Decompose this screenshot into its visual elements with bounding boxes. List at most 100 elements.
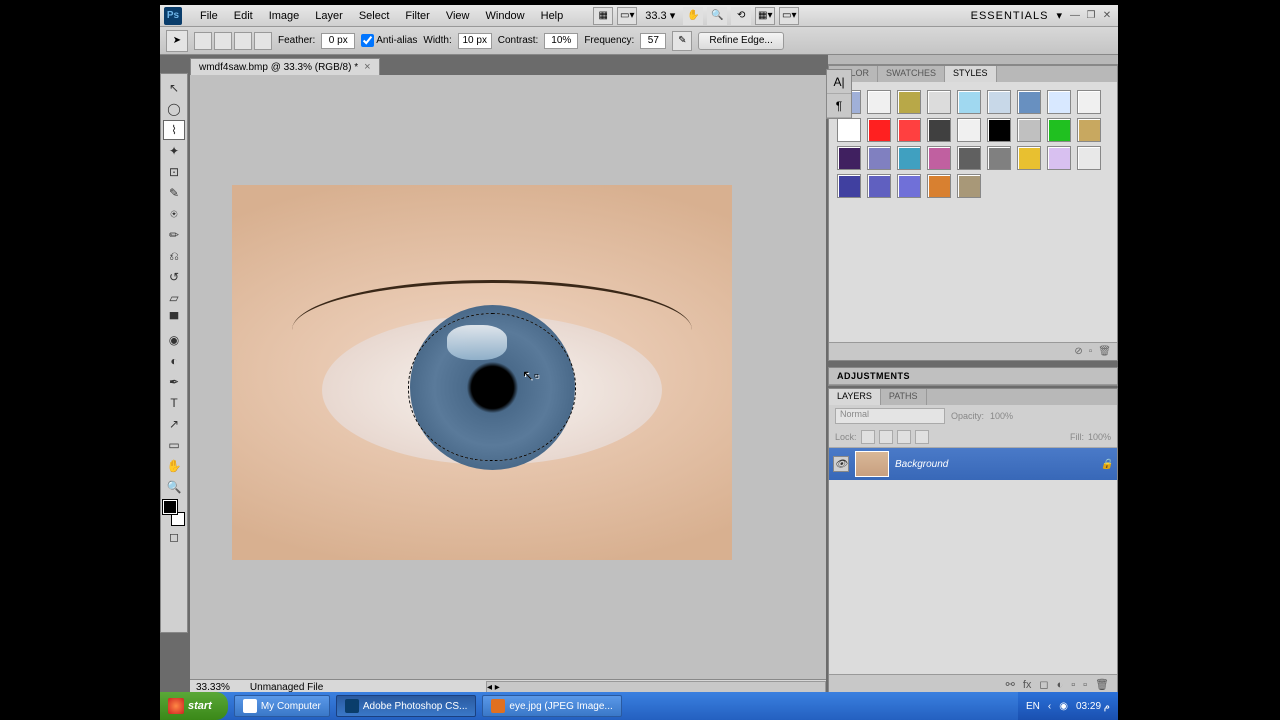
type-tool[interactable]: T [163,393,185,413]
style-swatch[interactable] [957,174,981,198]
opacity-value[interactable]: 100% [990,411,1013,421]
style-swatch[interactable] [867,174,891,198]
workspace-switcher[interactable]: ESSENTIALS [963,10,1057,22]
style-swatch[interactable] [927,90,951,114]
minimize-button[interactable]: — [1068,9,1082,23]
style-swatch[interactable] [1077,146,1101,170]
document-canvas[interactable]: ↖▫ [232,185,732,560]
delete-style-icon[interactable]: 🗑 [1098,346,1111,357]
tab-close-icon[interactable]: × [364,61,370,73]
selection-add-icon[interactable] [214,32,232,50]
dodge-tool[interactable]: ◐ [163,351,185,371]
marquee-tool[interactable]: ◯ [163,99,185,119]
fill-value[interactable]: 100% [1088,432,1111,442]
feather-input[interactable] [321,33,355,49]
style-swatch[interactable] [897,146,921,170]
tray-icon[interactable]: ‹ [1048,701,1051,712]
document-tab[interactable]: wmdf4saw.bmp @ 33.3% (RGB/8) * × [190,58,380,75]
pen-tool[interactable]: ✒ [163,372,185,392]
style-swatch[interactable] [1047,118,1071,142]
path-selection-tool[interactable]: ↗ [163,414,185,434]
start-button[interactable]: start [160,692,228,720]
clear-style-icon[interactable]: ⊘ [1074,346,1082,357]
taskbar-item-mycomputer[interactable]: My Computer [234,695,330,717]
style-swatch[interactable] [987,118,1011,142]
style-swatch[interactable] [927,146,951,170]
eraser-tool[interactable]: ▱ [163,288,185,308]
close-button[interactable]: ✕ [1100,9,1114,23]
tab-paths[interactable]: PATHS [881,389,927,405]
style-swatch[interactable] [897,90,921,114]
gradient-tool[interactable]: ▀ [163,309,185,329]
eyedropper-tool[interactable]: ✎ [163,183,185,203]
brush-tool[interactable]: ✏ [163,225,185,245]
style-swatch[interactable] [897,118,921,142]
style-swatch[interactable] [957,118,981,142]
antialias-checkbox[interactable]: Anti-alias [361,34,417,47]
character-panel-icon[interactable]: A| [827,70,851,94]
clock[interactable]: 03:29 م [1076,701,1110,712]
lock-position-icon[interactable] [897,430,911,444]
quick-mask-tool[interactable]: ◻ [163,527,185,547]
style-swatch[interactable] [1047,90,1071,114]
menu-file[interactable]: File [192,7,226,25]
link-layers-icon[interactable]: ⚯ [1006,678,1015,691]
style-swatch[interactable] [1047,146,1071,170]
style-swatch[interactable] [1017,146,1041,170]
width-input[interactable] [458,33,492,49]
magic-wand-tool[interactable]: ✦ [163,141,185,161]
lock-image-icon[interactable] [879,430,893,444]
pen-pressure-icon[interactable]: ✎ [672,31,692,51]
menu-select[interactable]: Select [351,7,398,25]
healing-brush-tool[interactable]: ⍟ [163,204,185,224]
adjustment-layer-icon[interactable]: ◐ [1057,679,1064,691]
menu-layer[interactable]: Layer [307,7,351,25]
lasso-tool[interactable]: ⌇ [163,120,185,140]
tab-swatches[interactable]: SWATCHES [878,66,945,82]
new-style-icon[interactable]: ▫ [1089,346,1093,357]
style-swatch[interactable] [867,118,891,142]
style-swatch[interactable] [1077,90,1101,114]
style-swatch[interactable] [987,90,1011,114]
style-swatch[interactable] [867,146,891,170]
tab-layers[interactable]: LAYERS [829,389,881,405]
rotate-view-icon[interactable]: ⟲ [731,7,751,25]
layer-row-background[interactable]: 👁 Background 🔒 [829,448,1117,480]
style-swatch[interactable] [837,174,861,198]
crop-tool[interactable]: ⊡ [163,162,185,182]
style-swatch[interactable] [1017,90,1041,114]
paragraph-panel-icon[interactable]: ¶ [827,94,851,118]
style-swatch[interactable] [837,146,861,170]
hand-tool[interactable]: ✋ [163,456,185,476]
menu-window[interactable]: Window [478,7,533,25]
clone-stamp-tool[interactable]: ⎌ [163,246,185,266]
style-swatch[interactable] [927,118,951,142]
lock-transparent-icon[interactable] [861,430,875,444]
background-color-swatch[interactable] [171,512,185,526]
history-brush-tool[interactable]: ↺ [163,267,185,287]
tab-styles[interactable]: STYLES [945,66,997,82]
menu-view[interactable]: View [438,7,478,25]
blur-tool[interactable]: ◉ [163,330,185,350]
layer-style-icon[interactable]: fx [1023,679,1032,691]
style-swatch[interactable] [867,90,891,114]
move-tool[interactable]: ↖ [163,78,185,98]
blend-mode-select[interactable]: Normal [835,408,945,424]
contrast-input[interactable] [544,33,578,49]
menu-help[interactable]: Help [533,7,572,25]
selection-subtract-icon[interactable] [234,32,252,50]
delete-layer-icon[interactable]: 🗑 [1095,678,1109,691]
launch-bridge-icon[interactable]: ▦ [593,7,613,25]
tray-icon[interactable]: ◉ [1059,701,1068,712]
layer-group-icon[interactable]: ▫ [1071,679,1075,691]
style-swatch[interactable] [1077,118,1101,142]
adjustments-tab[interactable]: ADJUSTMENTS [829,368,1117,385]
foreground-color-swatch[interactable] [163,500,177,514]
zoom-tool-icon[interactable]: 🔍 [707,7,727,25]
dock-collapse-handle[interactable] [828,55,1118,65]
layer-mask-icon[interactable]: ◻ [1039,678,1048,691]
style-swatch[interactable] [927,174,951,198]
taskbar-item-firefox[interactable]: eye.jpg (JPEG Image... [482,695,621,717]
maximize-button[interactable]: ❐ [1084,9,1098,23]
taskbar-item-photoshop[interactable]: Adobe Photoshop CS... [336,695,477,717]
